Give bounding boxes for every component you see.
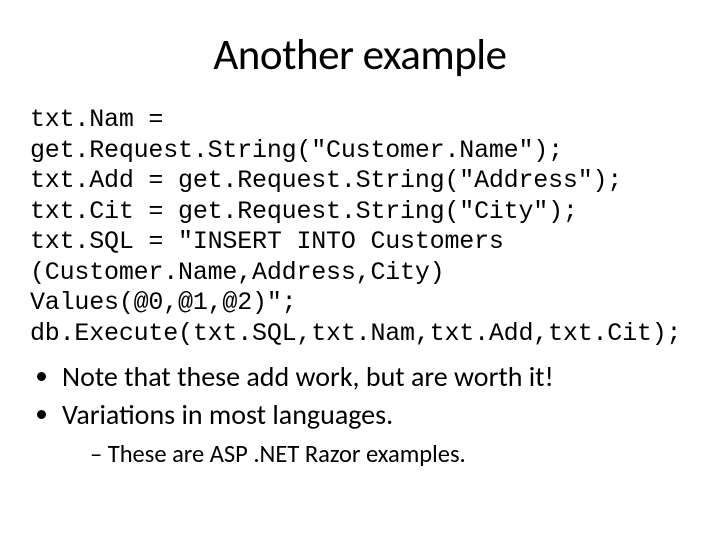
code-line-6: db.Execute(txt.SQL,txt.Nam,txt.Add,txt.C… — [30, 319, 681, 348]
bullet-2: Variations in most languages. These are … — [62, 397, 690, 470]
code-line-4: txt.SQL = "INSERT INTO Customers — [30, 227, 504, 256]
code-line-2: txt.Add = get.Request.String("Address"); — [30, 166, 622, 195]
code-block: txt.Nam = get.Request.String("Customer.N… — [30, 105, 690, 349]
sub-bullet-1: These are ASP .NET Razor examples. — [90, 439, 690, 470]
slide-title: Another example — [30, 28, 690, 81]
code-line-3: txt.Cit = get.Request.String("City"); — [30, 197, 578, 226]
bullet-1: Note that these add work, but are worth … — [62, 359, 690, 395]
sub-bullet-list: These are ASP .NET Razor examples. — [62, 439, 690, 470]
bullet-2-text: Variations in most languages. — [62, 397, 393, 432]
slide: Another example txt.Nam = get.Request.St… — [0, 0, 720, 540]
code-line-5: (Customer.Name,Address,City) Values(@0,@… — [30, 258, 459, 318]
bullet-list: Note that these add work, but are worth … — [30, 359, 690, 470]
code-line-1: txt.Nam = get.Request.String("Customer.N… — [30, 105, 563, 165]
